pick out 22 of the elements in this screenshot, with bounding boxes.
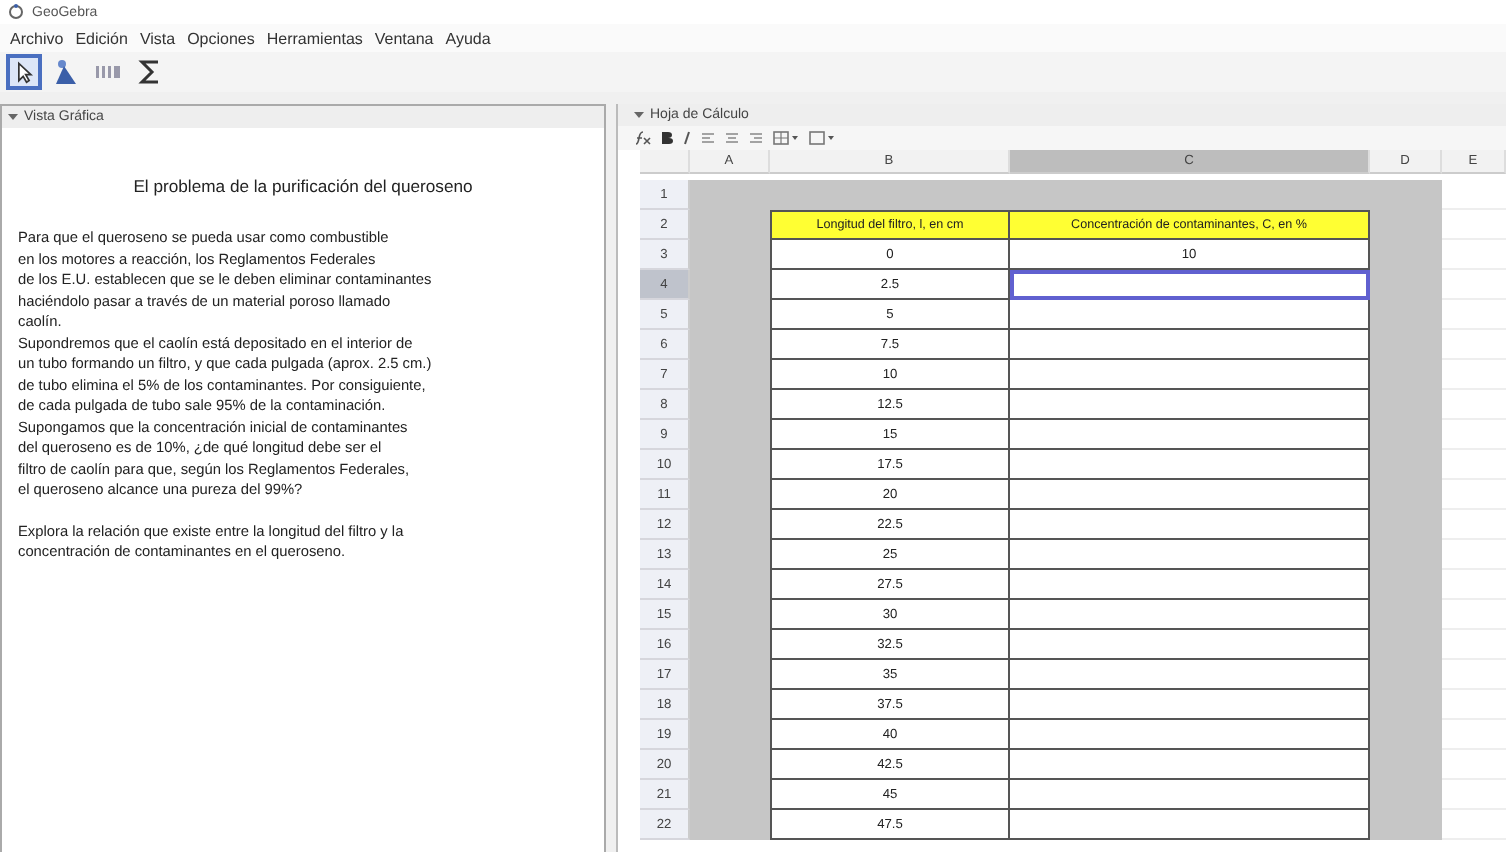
- function-icon[interactable]: [634, 130, 652, 146]
- italic-icon[interactable]: [682, 130, 692, 146]
- table-cell: [1370, 810, 1442, 840]
- menu-item[interactable]: Ayuda: [439, 29, 497, 47]
- sum-icon: [136, 58, 164, 86]
- menu-item[interactable]: Edición: [69, 29, 134, 47]
- menu-item[interactable]: Ventana: [368, 29, 440, 47]
- menu-item[interactable]: Opciones: [181, 29, 261, 47]
- figure-icon: [52, 58, 80, 86]
- grid-dropdown-icon[interactable]: [772, 130, 800, 146]
- pointer-icon: [12, 58, 36, 86]
- collapse-icon[interactable]: [8, 112, 18, 122]
- bold-icon[interactable]: [660, 130, 674, 146]
- menu-item[interactable]: Vista: [133, 29, 182, 47]
- color-dropdown-icon[interactable]: [808, 130, 836, 146]
- menu-item[interactable]: Archivo: [4, 29, 70, 47]
- problem-heading: El problema de la purificación del queroseno: [131, 176, 475, 196]
- table-cell: [690, 810, 770, 840]
- menu-item[interactable]: Herramientas: [260, 29, 369, 47]
- tool-button[interactable]: [6, 54, 42, 90]
- collapse-icon[interactable]: [634, 110, 644, 120]
- app-icon: [8, 4, 24, 20]
